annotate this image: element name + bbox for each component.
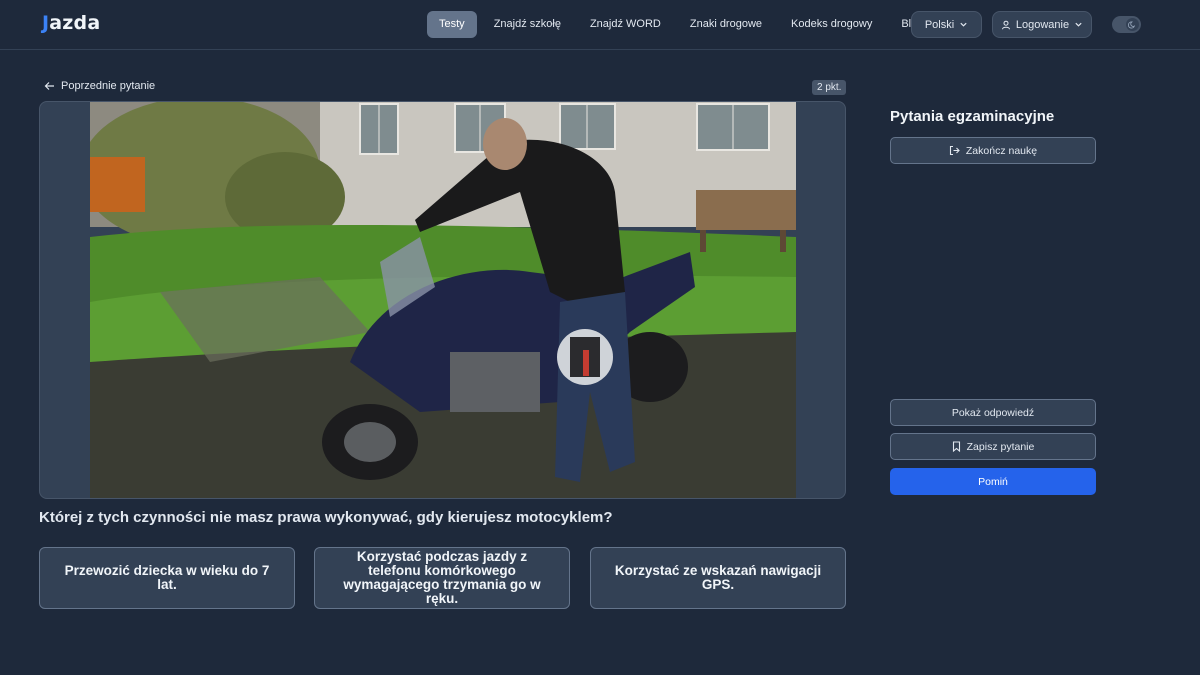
nav-link-kodeks-drogowy[interactable]: Kodeks drogowy [779,11,884,38]
language-label: Polski [924,18,955,31]
chevron-down-icon [1075,22,1082,27]
theme-knob [1126,18,1139,31]
show-answer-label: Pokaż odpowiedź [951,406,1035,419]
language-select[interactable]: Polski [911,11,982,38]
navbar: Jazda Testy Znajdź szkołę Znajdź WORD Zn… [0,0,1200,50]
nav-link-znajdz-szkole[interactable]: Znajdź szkołę [482,11,573,38]
logo[interactable]: Jazda [42,12,100,34]
save-question-button[interactable]: Zapisz pytanie [890,433,1096,460]
login-button[interactable]: Logowanie [992,11,1092,38]
arrow-left-icon [44,82,54,90]
finish-learning-button[interactable]: Zakończ naukę [890,137,1096,164]
logo-mark: J [42,12,50,34]
logo-text: azda [49,12,101,34]
previous-question-label: Poprzednie pytanie [61,80,156,92]
login-label: Logowanie [1015,18,1070,31]
skip-label: Pomiń [978,475,1008,488]
question-text: Której z tych czynności nie masz prawa w… [39,509,613,526]
nav-link-testy[interactable]: Testy [427,11,477,38]
answer-option-3[interactable]: Korzystać ze wskazań nawigacji GPS. [590,547,846,609]
nav-links: Testy Znajdź szkołę Znajdź WORD Znaki dr… [427,11,940,38]
nav-link-znajdz-word[interactable]: Znajdź WORD [578,11,673,38]
theme-toggle[interactable] [1112,16,1141,33]
nav-link-znaki-drogowe[interactable]: Znaki drogowe [678,11,774,38]
answer-option-1[interactable]: Przewozić dziecka w wieku do 7 lat. [39,547,295,609]
finish-learning-label: Zakończ naukę [965,144,1038,157]
answer-text: Korzystać ze wskazań nawigacji GPS. [614,563,822,592]
show-answer-button[interactable]: Pokaż odpowiedź [890,399,1096,426]
chevron-down-icon [960,22,967,27]
bookmark-icon [952,441,960,452]
points-badge: 2 pkt. [812,80,847,95]
question-media [39,101,846,499]
logout-icon [949,145,960,156]
answer-text: Korzystać podczas jazdy z telefonu komór… [343,549,541,606]
user-icon [1001,20,1010,29]
previous-question-link[interactable]: Poprzednie pytanie [44,80,155,92]
answer-option-2[interactable]: Korzystać podczas jazdy z telefonu komór… [314,547,570,609]
sidebar-title: Pytania egzaminacyjne [890,108,1055,125]
answer-text: Przewozić dziecka w wieku do 7 lat. [64,563,270,592]
save-question-label: Zapisz pytanie [966,440,1035,453]
question-photo [90,102,796,498]
moon-icon [1128,21,1136,29]
skip-button[interactable]: Pomiń [890,468,1096,495]
